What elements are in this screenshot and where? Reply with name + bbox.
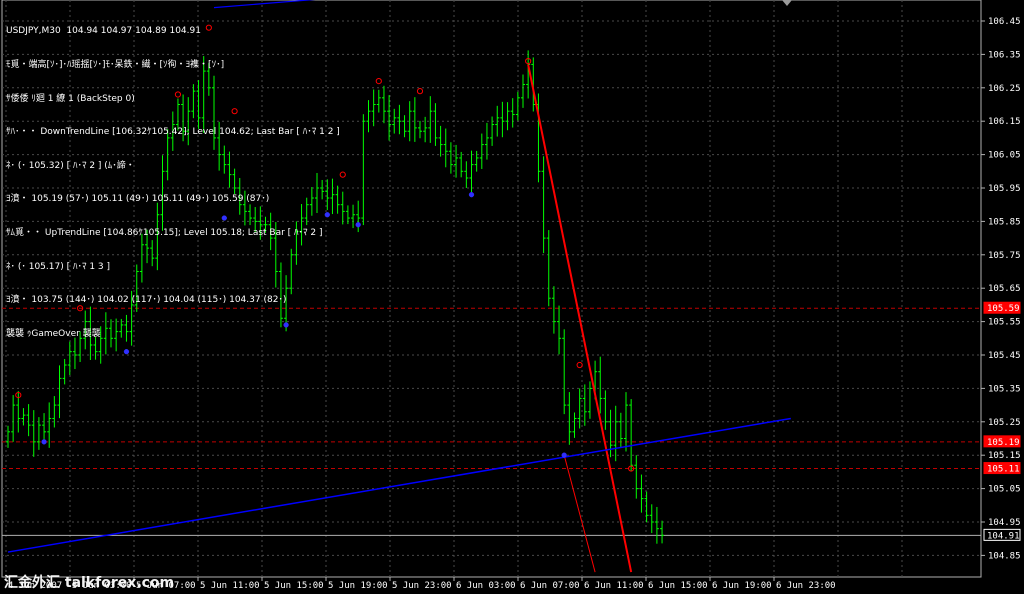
y-tick-label: 106.05 (988, 151, 1021, 161)
y-tick-label: 105.85 (988, 217, 1021, 227)
chart-shift-marker-icon[interactable] (782, 0, 792, 6)
y-tick-label: 104.85 (988, 551, 1021, 561)
y-tick-label: 105.75 (988, 251, 1021, 261)
watermark-logo: 汇金外汇 talkforex.com (4, 575, 175, 591)
y-tick-label: 106.45 (988, 17, 1021, 27)
y-tick-label: 105.05 (988, 485, 1021, 495)
price-label: 105.59 (987, 304, 1020, 314)
x-tick-label: 6 Jun 11:00 (584, 581, 644, 591)
x-tick-label: 6 Jun 19:00 (712, 581, 772, 591)
trend-line[interactable] (563, 455, 596, 573)
y-tick-label: 105.15 (988, 451, 1021, 461)
swing-high-marker (416, 88, 424, 95)
price-label: 105.11 (987, 465, 1020, 475)
price-label: 104.91 (987, 531, 1020, 541)
y-tick-label: 105.95 (988, 184, 1021, 194)
info-line: ｻ倭倭 ﾘ廻 1 繚 1 (BackStep 0) (6, 93, 135, 104)
info-line: ﾖ濆・ 105.19 (57･) 105.11 (49･) 105.11 (49… (6, 194, 270, 205)
trend-line[interactable] (7, 417, 791, 553)
y-tick-label: 104.95 (988, 518, 1021, 528)
y-tick-label: 105.45 (988, 351, 1021, 361)
info-line: ｻﾊ･・・ DownTrendLine [106.32ｹ105.42]; Lev… (6, 127, 340, 138)
y-tick-label: 105.25 (988, 418, 1021, 428)
trend-line[interactable] (527, 64, 633, 573)
x-tick-label: 5 Jun 19:00 (328, 581, 388, 591)
y-tick-label: 106.15 (988, 117, 1021, 127)
x-tick-label: 5 Jun 15:00 (264, 581, 324, 591)
info-line: ｻﾑ覓・・ UpTrendLine [104.86ｹ105.15]; Level… (6, 227, 323, 238)
x-tick-label: 6 Jun 15:00 (648, 581, 708, 591)
x-tick-label: 6 Jun 07:00 (520, 581, 580, 591)
chart-window: 106.45 106.35 106.25 106.15 106.05 105.95 105.… (0, 0, 1024, 594)
swing-low-marker (355, 222, 361, 228)
price-label: 105.19 (987, 438, 1020, 448)
swing-low-marker (561, 452, 567, 458)
x-tick-label: 5 Jun 11:00 (200, 581, 260, 591)
swing-low-marker (41, 439, 47, 445)
indicator-info-panel: USDJPY,M30 104.94 104.97 104.89 104.91 ﾓ… (6, 4, 340, 362)
info-line: ﾈ･ (･ 105.17) [ ﾊ･ﾏ 1 3 ] (6, 261, 111, 272)
info-line: ﾓ覓・端高[ｿ･]･ﾊ瑶揺[ｿ･]ﾓ･呆鉄・繊・[ｿ徇・ﾖ襍・[ｿ･] (6, 60, 225, 70)
x-tick-label: 6 Jun 23:00 (776, 581, 836, 591)
x-tick-label: 6 Jun 03:00 (456, 581, 516, 591)
y-tick-label: 105.35 (988, 384, 1021, 394)
info-line: 襲襲 ｩGameOver 襲襲 (6, 328, 101, 339)
swing-high-marker (339, 171, 346, 178)
y-tick-label: 105.65 (988, 284, 1021, 294)
info-line: ﾖ濆・ 103.75 (144･) 104.02 (117･) 104.04 (… (6, 295, 287, 306)
info-line: ﾈ･ (･ 105.32) [ ﾊ･ﾏ 2 ] (ﾑ･諦・ (6, 160, 135, 171)
x-tick-label: 5 Jun 23:00 (392, 581, 452, 591)
y-tick-label: 106.35 (988, 50, 1021, 60)
swing-high-marker (375, 78, 382, 85)
swing-low-marker (468, 192, 475, 198)
symbol-quote-line: USDJPY,M30 104.94 104.97 104.89 104.91 (6, 26, 201, 37)
y-tick-label: 105.55 (988, 318, 1021, 328)
swing-high-marker (576, 361, 583, 369)
y-tick-label: 106.25 (988, 84, 1021, 94)
